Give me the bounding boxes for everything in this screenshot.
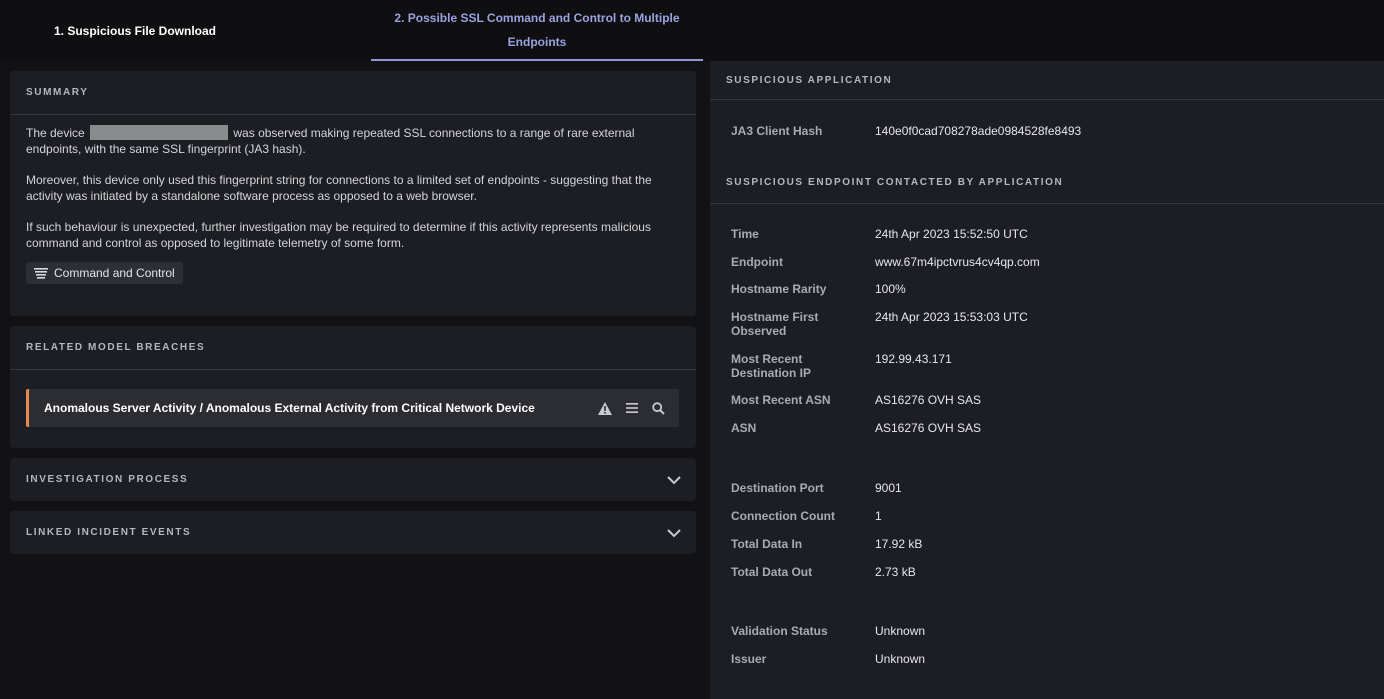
field-label: Total Data Out [731,565,813,579]
details-panel: Suspicious Application JA3 Client Hash 1… [710,61,1384,699]
field-value: 24th Apr 2023 15:52:50 UTC [875,227,1028,241]
chevron-down-icon[interactable] [666,525,682,541]
suspicious-endpoint-header: Suspicious Endpoint Contacted by Applica… [710,162,1384,204]
field-value: 9001 [875,481,902,495]
summary-body: The device was observed making repeated … [10,115,696,284]
related-breaches-header: Related Model Breaches [26,342,206,353]
field-value: 1 [875,509,882,523]
field-label: Most Recent Destination IP [731,352,812,380]
field-label: JA3 Client Hash [731,124,823,138]
list-icon [34,267,48,279]
summary-card: Summary The device was observed making r… [10,71,696,316]
related-model-breaches-card: Related Model Breaches Anomalous Server … [10,326,696,448]
tag-label: Command and Control [54,266,175,280]
warning-icon[interactable] [596,400,613,417]
field-label: Hostname First Observed [731,310,819,338]
field-value: 24th Apr 2023 15:53:03 UTC [875,310,1028,324]
tab-suspicious-file-download[interactable]: 1. Suspicious File Download [0,0,270,61]
field-label: Validation Status [731,624,828,638]
field-label: ASN [731,421,757,435]
tab-ssl-command-and-control[interactable]: 2. Possible SSL Command and Control to M… [371,0,703,61]
search-icon[interactable] [650,400,667,417]
tab-bar: 1. Suspicious File Download 2. Possible … [0,0,1384,61]
tab-label: 1. Suspicious File Download [53,23,217,38]
chevron-down-icon[interactable] [666,472,682,488]
investigation-process-section[interactable]: Investigation Process [10,458,696,501]
model-breach-row[interactable]: Anomalous Server Activity / Anomalous Ex… [26,389,679,427]
field-value: AS16276 OVH SAS [875,421,982,435]
investigation-process-header: Investigation Process [26,474,189,485]
summary-paragraph: The device was observed making repeated … [26,125,680,157]
summary-paragraph: Moreover, this device only used this fin… [26,173,652,203]
mitre-tag-command-and-control[interactable]: Command and Control [26,262,183,284]
field-value: Unknown [875,652,926,666]
left-panel: Summary The device was observed making r… [0,61,708,699]
summary-header: Summary [26,87,89,98]
summary-paragraph: If such behaviour is unexpected, further… [26,220,651,250]
field-value: AS16276 OVH SAS [875,393,982,407]
redacted-device-name [90,125,229,140]
menu-icon[interactable] [623,400,640,417]
field-value: 100% [875,282,906,296]
field-value: Unknown [875,624,926,638]
model-breach-name: Anomalous Server Activity / Anomalous Ex… [44,401,535,415]
field-value: 192.99.43.171 [875,352,952,366]
field-label: Destination Port [731,481,824,495]
field-label: Time [731,227,759,241]
field-label: Hostname Rarity [731,282,827,296]
summary-text: The device [26,126,85,140]
linked-incident-events-header: Linked Incident Events [26,527,192,538]
tab-label: 2. Possible SSL Command and Control to M… [394,10,680,49]
field-value[interactable]: www.67m4ipctvrus4cv4qp.com [875,255,1040,269]
field-label: Most Recent ASN [731,393,831,407]
field-label: Endpoint [731,255,783,269]
field-value: 2.73 kB [875,565,916,579]
divider [10,369,696,370]
field-label: Connection Count [731,509,835,523]
linked-incident-events-section[interactable]: Linked Incident Events [10,511,696,554]
field-label: Issuer [731,652,767,666]
field-value: 140e0f0cad708278ade0984528fe8493 [875,124,1082,138]
field-value: 17.92 kB [875,537,923,551]
suspicious-application-header: Suspicious Application [710,61,1384,100]
field-label: Total Data In [731,537,803,551]
breach-actions [596,400,667,417]
